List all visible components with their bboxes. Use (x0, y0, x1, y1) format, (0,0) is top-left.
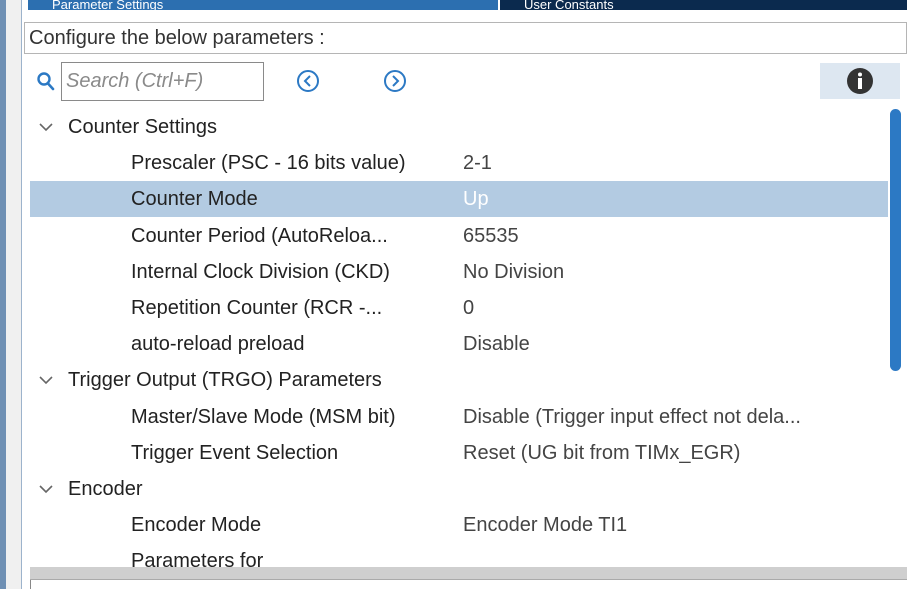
parameter-row[interactable]: Encoder Mode Encoder Mode TI1 (30, 507, 888, 543)
parameter-row[interactable]: Counter Mode Up (30, 181, 888, 218)
parameter-value[interactable]: 0 (463, 290, 474, 326)
parameter-row[interactable]: Master/Slave Mode (MSM bit) Disable (Trig… (30, 399, 888, 435)
parameter-tree: Counter Settings Prescaler (PSC - 16 bits… (30, 109, 888, 567)
parameter-label: Trigger Event Selection (131, 441, 339, 464)
tree-group-row[interactable]: Counter Settings (30, 109, 888, 145)
parameter-label: Counter Period (AutoReloa... (131, 224, 388, 247)
parameter-value[interactable]: Encoder Mode TI1 (463, 507, 627, 543)
tab-parameter-settings[interactable]: Parameter Settings (28, 0, 498, 10)
configure-parameters-label: Configure the below parameters : (24, 22, 907, 54)
parameter-value[interactable]: 2-1 (463, 145, 492, 181)
info-button[interactable] (820, 63, 900, 99)
horizontal-divider (30, 567, 907, 580)
parameter-label: Internal Clock Division (CKD) (131, 260, 390, 283)
chevron-down-icon[interactable] (38, 373, 54, 387)
chevron-down-icon[interactable] (38, 120, 54, 134)
circle-chevron-left-icon[interactable] (296, 69, 320, 93)
parameter-row[interactable]: auto-reload preload Disable (30, 326, 888, 362)
search-input[interactable]: Search (Ctrl+F) (61, 62, 264, 101)
parameter-value[interactable]: Disable (Trigger input effect not dela..… (463, 399, 801, 435)
tab-user-constants[interactable]: User Constants (500, 0, 907, 10)
left-frame-border (0, 0, 22, 589)
tree-group-label: Counter Settings (68, 116, 217, 138)
parameter-value[interactable]: Disable (463, 326, 530, 362)
parameter-value[interactable]: Up (463, 181, 489, 217)
bottom-panel-edge (30, 580, 907, 589)
parameter-row[interactable]: Trigger Event Selection Reset (UG bit fro… (30, 435, 888, 471)
tree-group-label: Encoder (68, 478, 143, 500)
vertical-scrollbar[interactable] (889, 109, 903, 567)
parameter-row[interactable]: Repetition Counter (RCR -... 0 (30, 290, 888, 326)
parameter-label: Master/Slave Mode (MSM bit) (131, 405, 396, 428)
parameter-label: Encoder Mode (131, 514, 262, 537)
tree-group-row[interactable]: Trigger Output (TRGO) Parameters (30, 362, 888, 398)
parameter-value[interactable]: Reset (UG bit from TIMx_EGR) (463, 435, 740, 471)
parameter-label: Counter Mode (131, 188, 258, 211)
left-frame-strip (0, 0, 6, 589)
parameter-value[interactable]: No Division (463, 254, 564, 290)
parameter-label: Prescaler (PSC - 16 bits value) (131, 152, 406, 175)
tree-group-row[interactable]: Encoder (30, 471, 888, 507)
tab-bar: Parameter Settings User Constants (22, 0, 907, 12)
parameter-label: Repetition Counter (RCR -... (131, 297, 383, 319)
parameter-label: Parameters for (131, 550, 264, 567)
parameter-row[interactable]: Internal Clock Division (CKD) No Division (30, 254, 888, 290)
parameter-label: auto-reload preload (131, 333, 305, 356)
circle-chevron-right-icon[interactable] (383, 69, 407, 93)
search-icon (37, 72, 55, 91)
info-icon (847, 68, 873, 94)
parameter-row[interactable]: Prescaler (PSC - 16 bits value) 2-1 (30, 145, 888, 181)
parameter-value[interactable]: 65535 (463, 218, 519, 254)
scrollbar-thumb[interactable] (890, 109, 901, 371)
parameter-row[interactable]: Parameters for (30, 543, 888, 567)
chevron-down-icon[interactable] (38, 482, 54, 496)
parameter-row[interactable]: Counter Period (AutoReloa... 65535 (30, 218, 888, 254)
tree-group-label: Trigger Output (TRGO) Parameters (68, 369, 382, 392)
